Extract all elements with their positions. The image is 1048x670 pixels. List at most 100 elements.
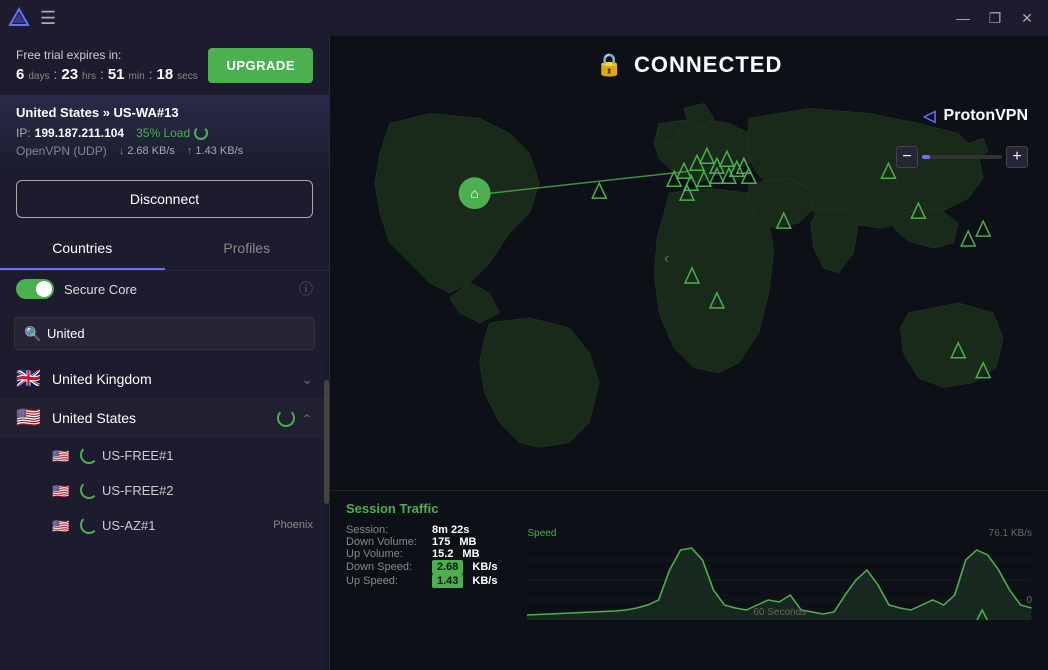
- map-area: 🔒 CONNECTED ◁ ProtonVPN − +: [330, 36, 1048, 490]
- search-input[interactable]: [14, 317, 315, 350]
- down-speed-item: ↓ 2.68 KB/s: [119, 145, 175, 157]
- up-vol-label: Up Volume:: [346, 548, 426, 560]
- country-actions-uk: ⌄: [301, 371, 313, 388]
- server-flag-us-free2-icon: 🇺🇸: [52, 483, 70, 497]
- connection-server: US-WA#13: [114, 105, 179, 120]
- stat-col-1: Session: 8m 22s Down Volume: 175 MB Up V…: [346, 524, 497, 618]
- session-value: 8m 22s: [432, 524, 469, 536]
- session-traffic: Session Traffic Session: 8m 22s Down Vol…: [330, 490, 1048, 670]
- up-vol-stat: Up Volume: 15.2 MB: [346, 548, 497, 560]
- chevron-up-icon-us: ⌄: [301, 410, 313, 427]
- traffic-title: Session Traffic: [346, 501, 1032, 516]
- connected-header: 🔒 CONNECTED: [596, 52, 783, 78]
- sidebar: Free trial expires in: 6 days : 23 hrs :…: [0, 36, 330, 670]
- trial-secs-num: 18: [157, 66, 174, 83]
- trial-days-label: days: [28, 71, 49, 82]
- server-name-us-free2: US-FREE#2: [102, 483, 313, 498]
- app-logo-icon: [8, 7, 30, 29]
- proton-brand: ◁ ProtonVPN: [923, 106, 1028, 126]
- titlebar-controls: — ❐ ✕: [950, 5, 1040, 31]
- hamburger-icon[interactable]: ☰: [40, 8, 56, 29]
- connection-country: United States: [16, 105, 99, 120]
- up-speed-unit: KB/s: [472, 575, 497, 587]
- search-icon: 🔍: [24, 325, 41, 342]
- secure-core-row: Secure Core ⓘ: [0, 271, 329, 307]
- load-indicator: 35% Load: [136, 126, 208, 140]
- flag-us-icon: 🇺🇸: [16, 409, 40, 427]
- trial-hrs-label: hrs: [82, 71, 96, 82]
- country-actions-us: ⌄: [277, 409, 313, 427]
- server-item-us-az1[interactable]: 🇺🇸 US-AZ#1 Phoenix: [0, 508, 329, 543]
- ip-value: 199.187.211.104: [35, 126, 124, 140]
- chart-zero-label: 0: [1026, 595, 1032, 606]
- disconnect-button[interactable]: Disconnect: [16, 180, 313, 218]
- titlebar: ☰ — ❐ ✕: [0, 0, 1048, 36]
- tab-countries[interactable]: Countries: [0, 228, 165, 270]
- up-vol-value: 15.2: [432, 548, 453, 560]
- trial-label: Free trial expires in:: [16, 48, 198, 62]
- brand-label: ProtonVPN: [944, 107, 1028, 125]
- traffic-stats: Session: 8m 22s Down Volume: 175 MB Up V…: [346, 524, 1032, 618]
- zoom-minus-button[interactable]: −: [896, 146, 918, 168]
- ip-label: IP:: [16, 126, 31, 140]
- sidebar-scrollbar-track: [324, 360, 329, 670]
- main-content: Free trial expires in: 6 days : 23 hrs :…: [0, 36, 1048, 670]
- countries-list[interactable]: 🇬🇧 United Kingdom ⌄ 🇺🇸 United States ⌄ 🇺…: [0, 360, 329, 670]
- secure-core-toggle[interactable]: [16, 279, 54, 299]
- country-name-us: United States: [52, 410, 277, 426]
- down-speed-label: Down Speed:: [346, 561, 426, 573]
- connected-label: CONNECTED: [634, 52, 782, 78]
- connection-ip-row: IP: 199.187.211.104 35% Load: [16, 126, 313, 140]
- trial-banner: Free trial expires in: 6 days : 23 hrs :…: [0, 36, 329, 95]
- down-speed-value: 2.68: [432, 560, 463, 574]
- up-speed-stat: Up Speed: 1.43 KB/s: [346, 574, 497, 588]
- down-vol-stat: Down Volume: 175 MB: [346, 536, 497, 548]
- info-icon[interactable]: ⓘ: [299, 279, 313, 299]
- titlebar-left: ☰: [8, 7, 56, 29]
- server-location-us-az1: Phoenix: [273, 519, 313, 531]
- trial-days-num: 6: [16, 66, 24, 83]
- toggle-knob: [36, 281, 52, 297]
- chart-speed-label: Speed: [527, 528, 556, 539]
- tabs: Countries Profiles: [0, 228, 329, 271]
- trial-hrs-num: 23: [61, 66, 78, 83]
- trial-min-label: min: [129, 71, 145, 82]
- chart-max-label: 76.1 KB/s: [989, 528, 1032, 539]
- up-vol-unit: MB: [462, 548, 479, 560]
- load-value: 35% Load: [136, 126, 190, 140]
- tab-profiles[interactable]: Profiles: [165, 228, 330, 270]
- server-flag-us-az1-icon: 🇺🇸: [52, 518, 70, 532]
- trial-info: Free trial expires in: 6 days : 23 hrs :…: [16, 48, 198, 83]
- server-item-us-free1[interactable]: 🇺🇸 US-FREE#1: [0, 438, 329, 473]
- server-item-us-free2[interactable]: 🇺🇸 US-FREE#2: [0, 473, 329, 508]
- country-item-us[interactable]: 🇺🇸 United States ⌄: [0, 399, 329, 438]
- zoom-plus-button[interactable]: +: [1006, 146, 1028, 168]
- loading-icon-us: [277, 409, 295, 427]
- minimize-button[interactable]: —: [950, 5, 976, 31]
- upgrade-button[interactable]: UPGRADE: [208, 48, 313, 83]
- zoom-bar: − +: [896, 146, 1028, 168]
- up-arrow-icon: ↑: [187, 145, 193, 157]
- country-item-uk[interactable]: 🇬🇧 United Kingdom ⌄: [0, 360, 329, 399]
- close-button[interactable]: ✕: [1014, 5, 1040, 31]
- right-panel: 🔒 CONNECTED ◁ ProtonVPN − +: [330, 36, 1048, 670]
- down-arrow-icon: ↓: [119, 145, 125, 157]
- svg-text:‹: ‹: [664, 250, 669, 267]
- server-name-us-free1: US-FREE#1: [102, 448, 313, 463]
- down-vol-label: Down Volume:: [346, 536, 426, 548]
- up-speed-label: Up Speed:: [346, 575, 426, 587]
- flag-uk-icon: 🇬🇧: [16, 370, 40, 388]
- maximize-button[interactable]: ❐: [982, 5, 1008, 31]
- traffic-chart: Speed 76.1 KB/s 0 60 Seconds: [527, 528, 1032, 618]
- up-speed-value: 1.43 KB/s: [195, 145, 243, 157]
- zoom-slider-track[interactable]: [922, 155, 1002, 159]
- server-load-ring-2: [80, 481, 98, 499]
- trial-min-num: 51: [108, 66, 125, 83]
- down-speed-value: 2.68 KB/s: [127, 145, 175, 157]
- trial-secs-label: secs: [177, 71, 198, 82]
- svg-text:⌂: ⌂: [470, 185, 478, 201]
- server-flag-us-free1-icon: 🇺🇸: [52, 448, 70, 462]
- chart-time-label: 60 Seconds: [753, 607, 806, 618]
- proton-logo-icon: ◁: [923, 106, 935, 126]
- country-name-uk: United Kingdom: [52, 371, 301, 387]
